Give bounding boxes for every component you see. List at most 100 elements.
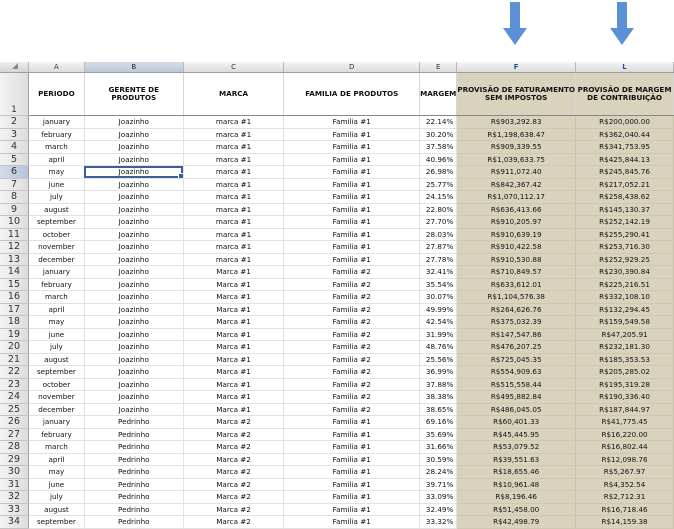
cell-periodo[interactable]: may (28, 315, 85, 329)
cell-marca[interactable]: Marca #1 (183, 365, 285, 379)
cell-marca[interactable]: marca #1 (183, 153, 285, 166)
cell-provisao-faturamento[interactable]: R$636,413.66 (456, 203, 577, 216)
cell-margem[interactable]: 49.99% (419, 303, 458, 316)
cell-gerente[interactable]: Pedrinho (84, 515, 184, 529)
cell-marca[interactable]: Marca #1 (183, 315, 285, 329)
column-header-f[interactable]: F (456, 62, 577, 73)
active-cell[interactable]: Joazinho (84, 165, 184, 179)
cell-marca[interactable]: marca #1 (183, 190, 285, 204)
cell-marca[interactable]: Marca #2 (183, 415, 285, 429)
cell-provisao-margem[interactable]: R$132,294.45 (575, 303, 674, 316)
cell-gerente[interactable]: Joazinho (84, 390, 184, 404)
header-gerente[interactable]: GERENTE DE PRODUTOS (84, 72, 184, 116)
cell-provisao-faturamento[interactable]: R$45,445.95 (456, 428, 577, 441)
cell-provisao-faturamento[interactable]: R$495,882.84 (456, 390, 577, 404)
cell-gerente[interactable]: Joazinho (84, 178, 184, 191)
cell-marca[interactable]: Marca #1 (183, 328, 285, 341)
cell-marca[interactable]: Marca #2 (183, 440, 285, 454)
cell-provisao-margem[interactable]: R$41,775.45 (575, 415, 674, 429)
cell-margem[interactable]: 31.99% (419, 328, 458, 341)
row-number[interactable]: 4 (0, 140, 29, 154)
cell-periodo[interactable]: april (28, 303, 85, 316)
cell-periodo[interactable]: june (28, 478, 85, 491)
cell-periodo[interactable]: march (28, 290, 85, 304)
cell-marca[interactable]: Marca #1 (183, 340, 285, 354)
cell-provisao-faturamento[interactable]: R$1,198,638.47 (456, 128, 577, 141)
cell-periodo[interactable]: june (28, 328, 85, 341)
cell-marca[interactable]: marca #1 (183, 240, 285, 254)
cell-provisao-margem[interactable]: R$47,205.91 (575, 328, 674, 341)
cell-provisao-margem[interactable]: R$190,336.40 (575, 390, 674, 404)
cell-provisao-faturamento[interactable]: R$633,612.01 (456, 278, 577, 291)
row-number[interactable]: 32 (0, 490, 29, 504)
cell-margem[interactable]: 37.88% (419, 378, 458, 391)
row-number[interactable]: 1 (0, 72, 29, 116)
column-header-d[interactable]: D (283, 62, 421, 73)
cell-marca[interactable]: Marca #1 (183, 353, 285, 366)
cell-provisao-faturamento[interactable]: R$725,045.35 (456, 353, 577, 366)
header-provisao-faturamento[interactable]: PROVISÃO DE FATURAMENTO SEM IMPOSTOS (456, 72, 577, 116)
cell-familia[interactable]: Familia #2 (283, 265, 421, 279)
row-number[interactable]: 21 (0, 353, 29, 366)
row-number[interactable]: 10 (0, 215, 29, 229)
row-number[interactable]: 14 (0, 265, 29, 279)
row-number[interactable]: 19 (0, 328, 29, 341)
cell-gerente[interactable]: Joazinho (84, 365, 184, 379)
cell-provisao-margem[interactable]: R$5,267.97 (575, 465, 674, 479)
cell-margem[interactable]: 25.56% (419, 353, 458, 366)
cell-marca[interactable]: Marca #1 (183, 303, 285, 316)
row-number[interactable]: 27 (0, 428, 29, 441)
cell-provisao-faturamento[interactable]: R$1,104,576.38 (456, 290, 577, 304)
cell-margem[interactable]: 33.09% (419, 490, 458, 504)
cell-periodo[interactable]: november (28, 390, 85, 404)
cell-gerente[interactable]: Joazinho (84, 228, 184, 241)
row-number[interactable]: 26 (0, 415, 29, 429)
row-number[interactable]: 6 (0, 165, 29, 179)
cell-familia[interactable]: Familia #1 (283, 153, 421, 166)
cell-provisao-faturamento[interactable]: R$375,032.39 (456, 315, 577, 329)
cell-provisao-faturamento[interactable]: R$39,551.63 (456, 453, 577, 466)
cell-provisao-margem[interactable]: R$12,098.76 (575, 453, 674, 466)
cell-familia[interactable]: Familia #2 (283, 303, 421, 316)
cell-familia[interactable]: Familia #1 (283, 428, 421, 441)
cell-provisao-margem[interactable]: R$185,353.53 (575, 353, 674, 366)
cell-marca[interactable]: marca #1 (183, 228, 285, 241)
row-number[interactable]: 12 (0, 240, 29, 254)
cell-provisao-margem[interactable]: R$16,802.44 (575, 440, 674, 454)
cell-gerente[interactable]: Joazinho (84, 278, 184, 291)
row-number[interactable]: 23 (0, 378, 29, 391)
cell-gerente[interactable]: Pedrinho (84, 465, 184, 479)
row-number[interactable]: 8 (0, 190, 29, 204)
cell-margem[interactable]: 26.98% (419, 165, 458, 179)
cell-provisao-margem[interactable]: R$341,753.95 (575, 140, 674, 154)
cell-gerente[interactable]: Joazinho (84, 403, 184, 416)
cell-familia[interactable]: Familia #1 (283, 253, 421, 266)
cell-familia[interactable]: Familia #2 (283, 290, 421, 304)
cell-periodo[interactable]: january (28, 415, 85, 429)
cell-periodo[interactable]: march (28, 140, 85, 154)
cell-margem[interactable]: 39.71% (419, 478, 458, 491)
cell-gerente[interactable]: Joazinho (84, 128, 184, 141)
row-number[interactable]: 7 (0, 178, 29, 191)
cell-familia[interactable]: Familia #1 (283, 490, 421, 504)
cell-gerente[interactable]: Joazinho (84, 203, 184, 216)
cell-periodo[interactable]: august (28, 203, 85, 216)
cell-provisao-margem[interactable]: R$232,181.30 (575, 340, 674, 354)
cell-provisao-faturamento[interactable]: R$53,079.52 (456, 440, 577, 454)
row-number[interactable]: 20 (0, 340, 29, 354)
cell-periodo[interactable]: june (28, 178, 85, 191)
fill-handle[interactable] (177, 172, 183, 178)
cell-familia[interactable]: Familia #2 (283, 353, 421, 366)
cell-gerente[interactable]: Joazinho (84, 240, 184, 254)
cell-gerente[interactable]: Pedrinho (84, 415, 184, 429)
cell-margem[interactable]: 28.24% (419, 465, 458, 479)
cell-familia[interactable]: Familia #1 (283, 228, 421, 241)
cell-familia[interactable]: Familia #1 (283, 178, 421, 191)
cell-provisao-faturamento[interactable]: R$910,530.88 (456, 253, 577, 266)
cell-provisao-margem[interactable]: R$252,142.19 (575, 215, 674, 229)
cell-margem[interactable]: 27.87% (419, 240, 458, 254)
row-number[interactable]: 16 (0, 290, 29, 304)
cell-gerente[interactable]: Joazinho (84, 115, 184, 129)
cell-periodo[interactable]: september (28, 515, 85, 529)
cell-familia[interactable]: Familia #1 (283, 478, 421, 491)
